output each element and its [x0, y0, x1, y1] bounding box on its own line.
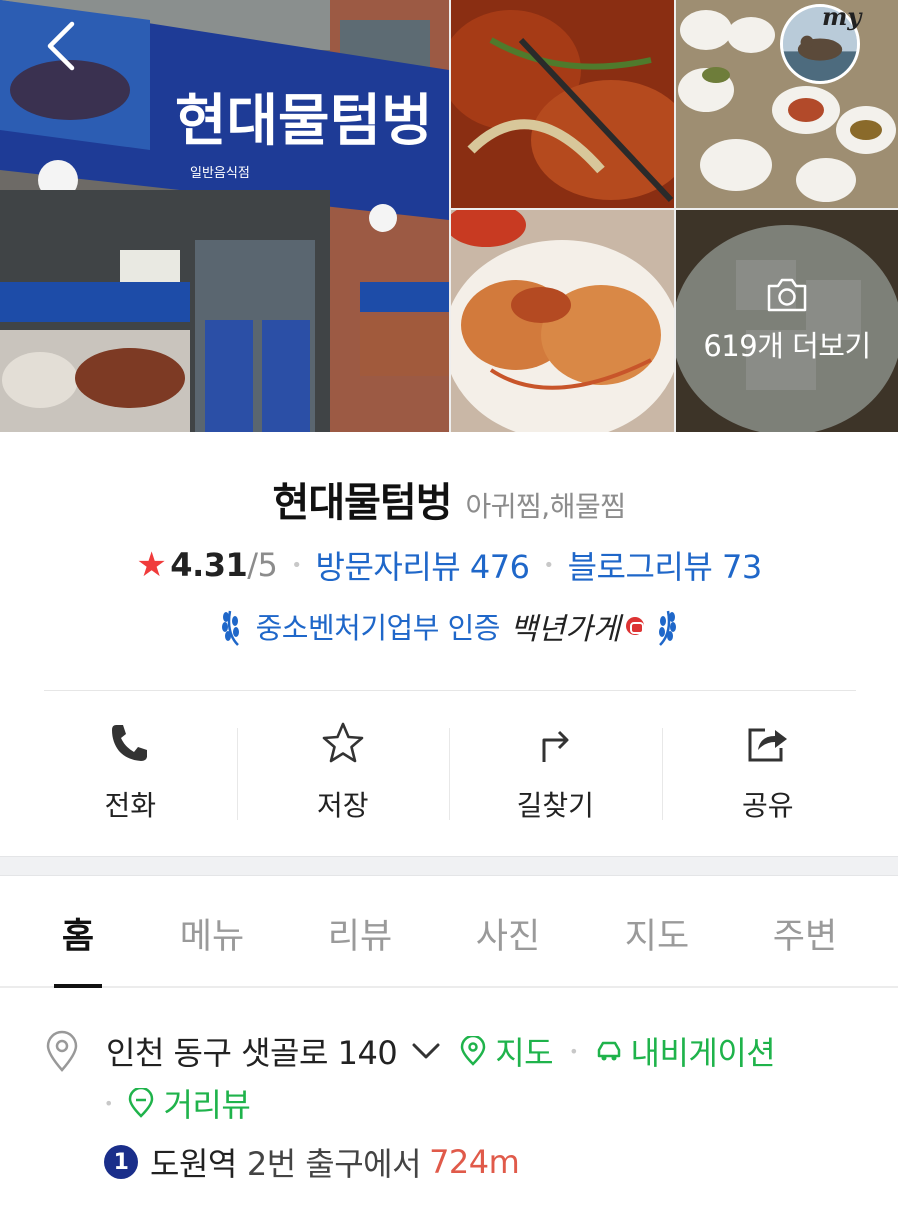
- separator-dot: •: [104, 1093, 114, 1113]
- phone-icon: [112, 725, 148, 761]
- save-button[interactable]: 저장: [236, 720, 450, 824]
- divider: [44, 690, 856, 691]
- food-photo-fried[interactable]: [451, 210, 674, 432]
- back-button[interactable]: [36, 18, 86, 74]
- tab-menu[interactable]: 메뉴: [180, 908, 244, 959]
- subway-line-badge: 1: [104, 1145, 138, 1179]
- separator-dot: •: [569, 1041, 579, 1061]
- active-tab-indicator: [54, 984, 102, 988]
- food-photo-radish-soup[interactable]: 619개 더보기: [676, 210, 898, 432]
- separator-dot: •: [543, 554, 554, 576]
- tab-nearby[interactable]: 주변: [773, 908, 837, 959]
- tab-bar: 홈 메뉴 리뷰 사진 지도 주변: [0, 878, 898, 988]
- sign-text: 현대물텀벙: [175, 89, 433, 154]
- action-bar: 전화 저장 길찾기 공유: [24, 720, 874, 824]
- distance-value: 724m: [429, 1143, 520, 1181]
- sign-subtext: 일반음식점: [190, 166, 250, 181]
- address-row-2: • 거리뷰: [104, 1080, 251, 1126]
- place-name: 현대물텀벙: [272, 480, 453, 526]
- star-icon: ★: [136, 545, 167, 585]
- directions-icon: [542, 730, 569, 762]
- directions-label: 길찾기: [516, 789, 594, 822]
- street-view-link[interactable]: 거리뷰: [127, 1080, 251, 1126]
- hundred-year-store-mark: 백년가게: [509, 612, 621, 647]
- blog-review-link[interactable]: 블로그리뷰 73: [568, 542, 763, 588]
- tab-photo[interactable]: 사진: [476, 908, 540, 959]
- tab-home[interactable]: 홈: [62, 908, 94, 959]
- visitor-review-link[interactable]: 방문자리뷰 476: [316, 542, 530, 588]
- place-category: 아귀찜,해물찜: [465, 490, 626, 523]
- laurel-left-icon: [221, 610, 239, 646]
- laurel-right-icon: [659, 610, 677, 646]
- street-view-icon: [129, 1088, 154, 1118]
- call-button[interactable]: 전화: [24, 720, 237, 824]
- address-row: 인천 동구 샛골로 140 지도 • 내비게이션: [44, 1028, 874, 1074]
- share-label: 공유: [741, 789, 794, 822]
- food-photo-stew[interactable]: [451, 0, 674, 208]
- more-photos-overlay[interactable]: 619개 더보기: [676, 210, 898, 432]
- location-pin-icon: [46, 1030, 78, 1072]
- address-text[interactable]: 인천 동구 샛골로 140: [106, 1028, 398, 1074]
- navigation-link[interactable]: 내비게이션: [595, 1028, 776, 1074]
- rating-row: ★ 4.31 /5 • 방문자리뷰 476 • 블로그리뷰 73: [0, 542, 898, 588]
- map-link[interactable]: 지도: [459, 1028, 554, 1074]
- share-button[interactable]: 공유: [661, 720, 875, 824]
- certification-text: 중소벤처기업부 인증: [255, 611, 501, 645]
- photo-gallery: 현대물텀벙 일반음식점 619개 더보기 my: [0, 0, 898, 432]
- rating-max: /5: [247, 546, 278, 584]
- certification-badge[interactable]: 중소벤처기업부 인증 백년가게: [0, 604, 898, 648]
- map-link-label: 지도: [495, 1034, 554, 1072]
- call-label: 전화: [104, 789, 157, 822]
- directions-button[interactable]: 길찾기: [449, 720, 662, 824]
- share-icon: [748, 728, 787, 762]
- map-pin-icon: [460, 1036, 486, 1066]
- section-separator: [0, 856, 898, 876]
- star-outline-icon: [322, 722, 364, 763]
- save-label: 저장: [316, 789, 369, 822]
- more-photos-label: 619개 더보기: [703, 329, 871, 363]
- hundred-year-logo-icon: [626, 617, 645, 635]
- station-name: 도원역: [150, 1145, 237, 1183]
- exit-text: 2번 출구에서: [246, 1145, 422, 1183]
- street-view-link-label: 거리뷰: [163, 1086, 251, 1124]
- navigation-link-label: 내비게이션: [630, 1034, 776, 1072]
- camera-icon: [767, 278, 807, 312]
- my-label: my: [822, 2, 862, 31]
- tab-map[interactable]: 지도: [625, 908, 689, 959]
- chevron-down-icon[interactable]: [411, 1041, 441, 1061]
- title-row: 현대물텀벙 아귀찜,해물찜: [0, 470, 898, 528]
- car-icon: [597, 1041, 620, 1061]
- subway-info: 1 도원역 2번 출구에서 724m: [104, 1140, 520, 1184]
- separator-dot: •: [291, 554, 302, 576]
- tab-review[interactable]: 리뷰: [328, 908, 392, 959]
- chevron-left-icon: [47, 21, 75, 71]
- rating-value: 4.31: [170, 546, 248, 584]
